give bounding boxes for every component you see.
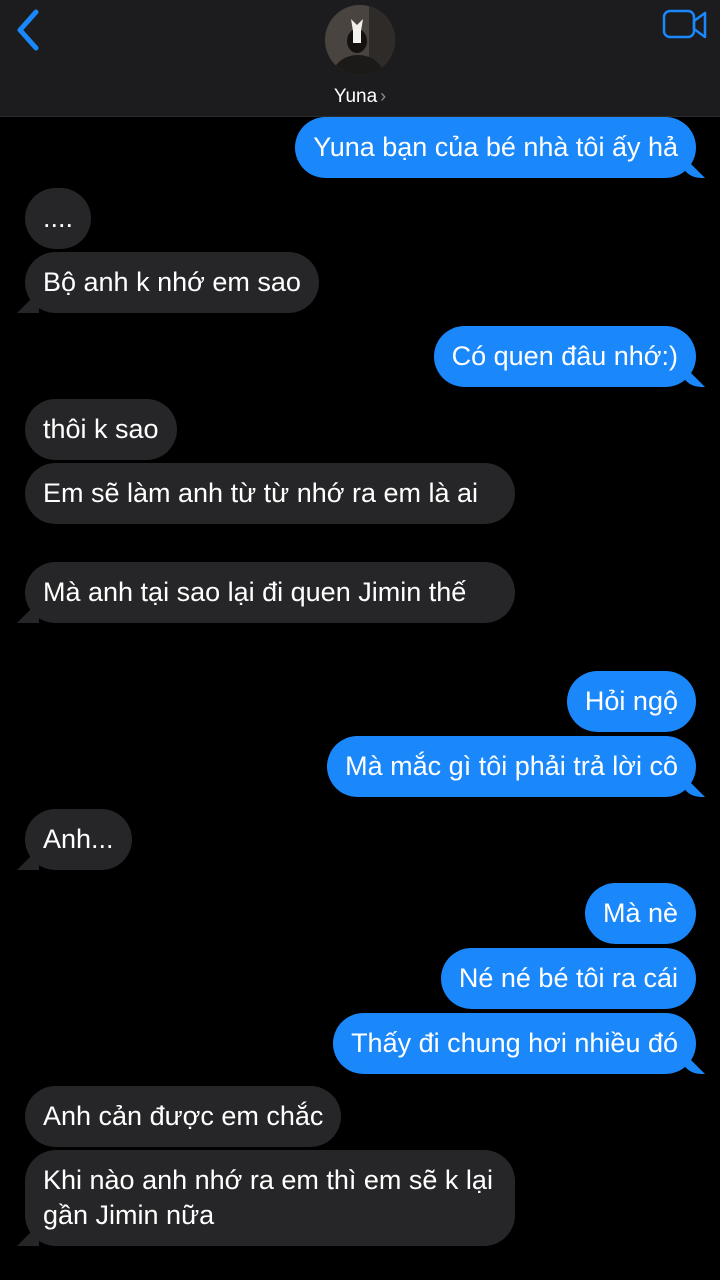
sent-message-bubble[interactable]: Né né bé tôi ra cái xyxy=(440,948,696,1009)
sent-message-bubble[interactable]: Hỏi ngộ xyxy=(566,671,696,732)
contact-name: Yuna xyxy=(333,86,378,107)
video-camera-icon xyxy=(662,9,707,39)
received-message-bubble[interactable]: .... xyxy=(25,188,92,249)
contact-name-button[interactable]: Yuna › xyxy=(0,86,720,108)
chevron-right-icon: › xyxy=(380,86,387,106)
back-button[interactable] xyxy=(8,6,48,54)
received-message-bubble[interactable]: Khi nào anh nhớ ra em thì em sẽ k lại gầ… xyxy=(25,1150,515,1246)
chevron-left-icon xyxy=(17,9,39,51)
received-message-bubble[interactable]: Anh... xyxy=(25,809,132,870)
video-call-button[interactable] xyxy=(662,8,708,42)
contact-photo xyxy=(325,5,395,75)
sent-message-bubble[interactable]: Thấy đi chung hơi nhiều đó xyxy=(333,1013,696,1074)
sent-message-bubble[interactable]: Yuna bạn của bé nhà tôi ấy hả xyxy=(295,117,696,178)
received-message-bubble[interactable]: Anh cản được em chắc xyxy=(25,1086,342,1147)
sent-message-bubble[interactable]: Có quen đâu nhớ:) xyxy=(433,326,696,387)
received-message-bubble[interactable]: thôi k sao xyxy=(25,399,177,460)
sent-message-bubble[interactable]: Mà nè xyxy=(584,883,696,944)
conversation-header: Yuna › xyxy=(0,0,720,117)
received-message-bubble[interactable]: Bộ anh k nhớ em sao xyxy=(25,252,319,313)
sent-message-bubble[interactable]: Mà mắc gì tôi phải trả lời cô xyxy=(327,736,696,797)
received-message-bubble[interactable]: Mà anh tại sao lại đi quen Jimin thế xyxy=(25,562,515,623)
avatar[interactable] xyxy=(325,5,395,75)
received-message-bubble[interactable]: Em sẽ làm anh từ từ nhớ ra em là ai xyxy=(25,463,515,524)
message-list[interactable]: Yuna bạn của bé nhà tôi ấy hả .... Bộ an… xyxy=(0,117,720,1280)
